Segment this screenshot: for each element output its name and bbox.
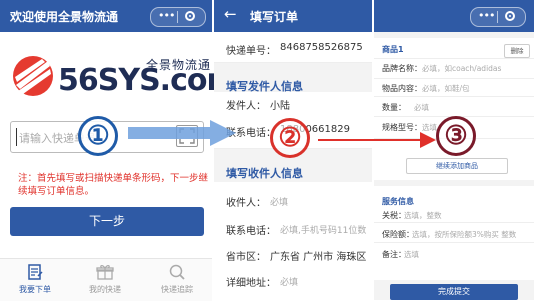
step1-badge: ①: [78, 116, 118, 156]
step2-badge: ②: [270, 118, 310, 158]
arrow-step1-to-step2: [128, 120, 236, 146]
step3-badge: ③: [436, 116, 476, 156]
